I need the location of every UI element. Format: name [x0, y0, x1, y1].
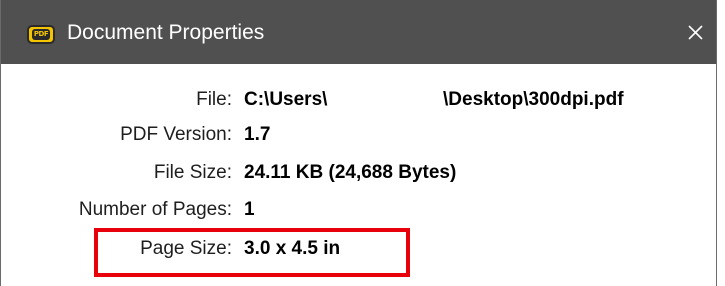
page-size-highlight: [94, 228, 410, 277]
property-row-number-of-pages: Number of Pages: 1: [1, 196, 716, 224]
property-value-file-suffix: \Desktop\300dpi.pdf: [443, 89, 624, 110]
property-value-file: C:\Users\: [244, 89, 328, 110]
property-label-file: File:: [196, 89, 232, 110]
property-value-pdf-version: 1.7: [244, 124, 271, 145]
close-button[interactable]: [680, 16, 710, 48]
pdf-app-icon: PDF: [27, 25, 55, 44]
property-row-pdf-version: PDF Version: 1.7: [1, 121, 716, 149]
title-bar[interactable]: PDF Document Properties: [1, 0, 716, 64]
property-label-file-size: File Size:: [153, 162, 232, 183]
document-properties-dialog: PDF Document Properties File: C:\Users\ …: [0, 0, 717, 286]
property-label-pdf-version: PDF Version:: [120, 124, 232, 145]
app-icon-label: PDF: [32, 29, 50, 40]
property-row-file-size: File Size: 24.11 KB (24,688 Bytes): [1, 159, 716, 187]
property-label-number-of-pages: Number of Pages:: [78, 199, 232, 220]
property-value-file-size: 24.11 KB (24,688 Bytes): [244, 162, 457, 183]
property-value-number-of-pages: 1: [244, 199, 255, 220]
close-icon: [688, 25, 703, 40]
property-row-file: File: C:\Users\ \Desktop\300dpi.pdf: [1, 86, 716, 114]
dialog-title: Document Properties: [67, 21, 265, 44]
